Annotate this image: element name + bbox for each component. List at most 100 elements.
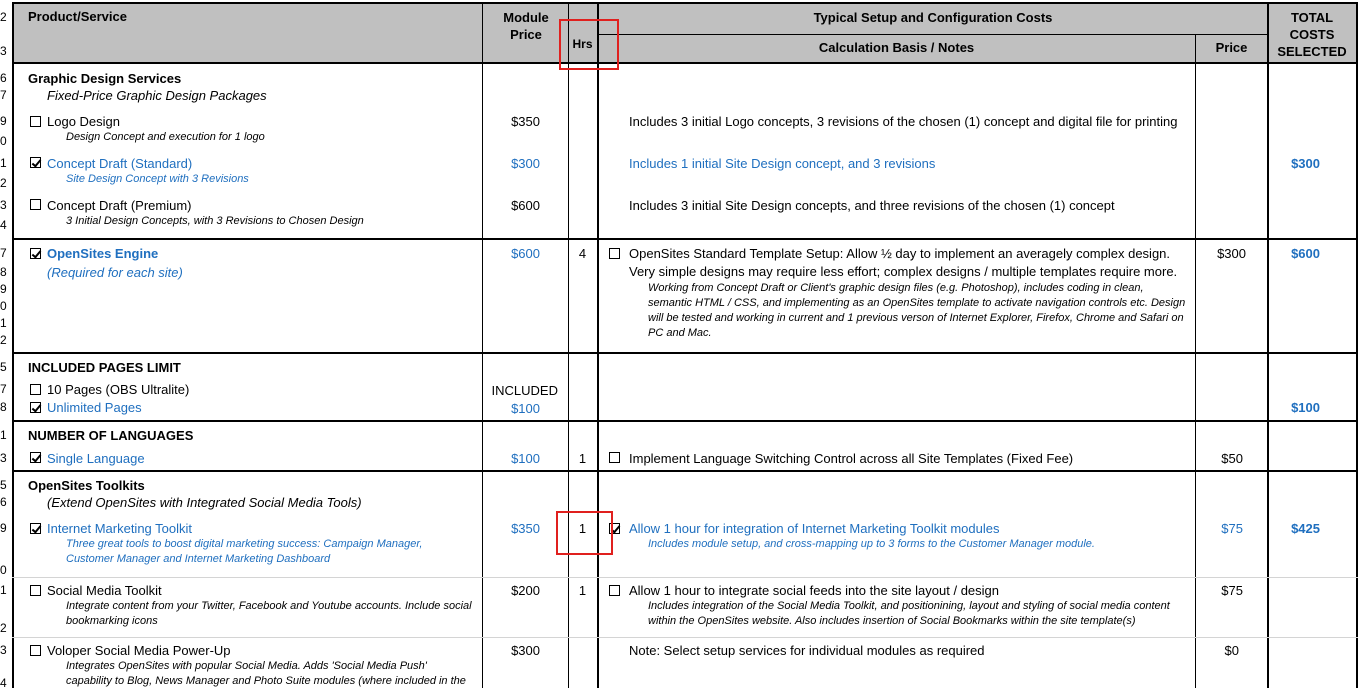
social-media-desc1: Integrate content from your Twitter, Fac… <box>66 600 472 612</box>
pages-10-price: INCLUDED <box>491 383 558 398</box>
concept-premium-desc: 3 Initial Design Concepts, with 3 Revisi… <box>66 215 364 227</box>
row-number[interactable]: 0 <box>0 299 10 313</box>
social-media-checkbox[interactable] <box>30 585 41 596</box>
voloper-setup-price: $0 <box>1224 643 1239 658</box>
row-number[interactable]: 5 <box>0 478 10 492</box>
internet-marketing-total: $425 <box>1291 521 1320 536</box>
template-setup-detail4: PC and Mac. <box>648 327 712 339</box>
opensites-engine-desc: (Required for each site) <box>47 265 183 280</box>
voloper-desc1: Integrates OpenSites with popular Social… <box>66 660 427 672</box>
row-number[interactable]: 0 <box>0 563 10 577</box>
row-number[interactable]: 8 <box>0 265 10 279</box>
logo-design-note: Includes 3 initial Logo concepts, 3 revi… <box>629 114 1178 129</box>
row-number[interactable]: 7 <box>0 246 10 260</box>
row-number[interactable]: 2 <box>0 176 10 190</box>
row-number[interactable]: 6 <box>0 71 10 85</box>
row-number[interactable]: 3 <box>0 643 10 657</box>
section-subtitle-graphic-design: Fixed-Price Graphic Design Packages <box>47 88 267 103</box>
row-number[interactable]: 3 <box>0 451 10 465</box>
concept-premium-checkbox[interactable] <box>30 199 41 210</box>
concept-standard-price: $300 <box>511 156 540 171</box>
concept-standard-label: Concept Draft (Standard) <box>47 156 193 171</box>
opensites-engine-checkbox[interactable] <box>30 248 41 259</box>
row-number[interactable]: 7 <box>0 382 10 396</box>
template-setup-price: $300 <box>1217 246 1246 261</box>
header-module-price: Module Price <box>503 10 549 42</box>
social-media-label: Social Media Toolkit <box>47 583 162 598</box>
row-number[interactable]: 5 <box>0 360 10 374</box>
row-number[interactable]: 2 <box>0 333 10 347</box>
section-title-pages: INCLUDED PAGES LIMIT <box>28 360 181 375</box>
row-number[interactable]: 1 <box>0 428 10 442</box>
template-setup-note1: OpenSites Standard Template Setup: Allow… <box>629 246 1171 261</box>
imt-integration-detail: Includes module setup, and cross-mapping… <box>648 538 1095 550</box>
row-number[interactable]: 1 <box>0 156 10 170</box>
header-product: Product/Service <box>28 9 127 24</box>
voloper-checkbox[interactable] <box>30 645 41 656</box>
pages-unlimited-total: $100 <box>1291 400 1320 415</box>
row-number[interactable]: 9 <box>0 114 10 128</box>
row-number[interactable]: 4 <box>0 218 10 232</box>
concept-standard-total: $300 <box>1291 156 1320 171</box>
template-setup-note2: Very simple designs may require less eff… <box>629 264 1178 279</box>
hrs-header-highlight <box>559 19 619 70</box>
concept-standard-checkbox[interactable] <box>30 157 41 168</box>
opensites-engine-label: OpenSites Engine <box>47 246 159 261</box>
row-number[interactable]: 7 <box>0 88 10 102</box>
social-media-price: $200 <box>511 583 540 598</box>
template-setup-detail3: will be tested and working in current an… <box>648 312 1184 324</box>
internet-marketing-desc2: Customer Manager and Internet Marketing … <box>66 553 331 565</box>
social-media-hrs: 1 <box>578 583 587 598</box>
social-feeds-note: Allow 1 hour to integrate social feeds i… <box>629 583 999 598</box>
voloper-note: Note: Select setup services for individu… <box>629 643 985 658</box>
template-setup-checkbox[interactable] <box>609 248 620 259</box>
social-feeds-checkbox[interactable] <box>609 585 620 596</box>
header-price: Price <box>1215 40 1248 55</box>
opensites-engine-hrs: 4 <box>578 246 587 261</box>
pages-10-checkbox[interactable] <box>30 384 41 395</box>
row-number[interactable]: 3 <box>0 198 10 212</box>
row-number[interactable]: 3 <box>0 44 10 58</box>
single-language-checkbox[interactable] <box>30 452 41 463</box>
concept-premium-price: $600 <box>511 198 540 213</box>
opensites-engine-total: $600 <box>1291 246 1320 261</box>
row-number[interactable]: 9 <box>0 521 10 535</box>
internet-marketing-price: $350 <box>511 521 540 536</box>
logo-design-price: $350 <box>511 114 540 129</box>
social-feeds-detail2: within the OpenSites website. Also inclu… <box>648 615 1136 627</box>
voloper-label: Voloper Social Media Power-Up <box>47 643 231 658</box>
section-subtitle-toolkits: (Extend OpenSites with Integrated Social… <box>47 495 362 510</box>
internet-marketing-label: Internet Marketing Toolkit <box>47 521 192 536</box>
row-number[interactable]: 2 <box>0 621 10 635</box>
row-number[interactable]: 0 <box>0 134 10 148</box>
hrs-cell-highlight <box>556 511 613 555</box>
template-setup-detail2: semantic HTML / CSS, and implementing as… <box>648 297 1186 309</box>
row-number[interactable]: 2 <box>0 10 10 24</box>
concept-premium-note: Includes 3 initial Site Design concepts,… <box>629 198 1115 213</box>
row-number[interactable]: 8 <box>0 400 10 414</box>
row-number[interactable]: 1 <box>0 583 10 597</box>
internet-marketing-checkbox[interactable] <box>30 523 41 534</box>
logo-design-checkbox[interactable] <box>30 116 41 127</box>
voloper-desc2: capability to Blog, News Manager and Pho… <box>66 675 466 687</box>
pages-10-label: 10 Pages (OBS Ultralite) <box>47 382 190 397</box>
logo-design-desc: Design Concept and execution for 1 logo <box>66 131 265 143</box>
template-setup-detail1: Working from Concept Draft or Client's g… <box>648 282 1144 294</box>
row-number[interactable]: 9 <box>0 282 10 296</box>
pages-unlimited-checkbox[interactable] <box>30 402 41 413</box>
language-switching-price: $50 <box>1221 451 1243 466</box>
row-number[interactable]: 1 <box>0 316 10 330</box>
concept-premium-label: Concept Draft (Premium) <box>47 198 192 213</box>
row-number[interactable]: 6 <box>0 495 10 509</box>
imt-integration-note: Allow 1 hour for integration of Internet… <box>629 521 1000 536</box>
language-switching-checkbox[interactable] <box>609 452 620 463</box>
opensites-engine-price: $600 <box>511 246 540 261</box>
header-setup-title: Typical Setup and Configuration Costs <box>813 10 1053 25</box>
pages-unlimited-price: $100 <box>511 401 540 416</box>
header-calc-basis: Calculation Basis / Notes <box>818 40 975 55</box>
header-total: TOTAL COSTS SELECTED <box>1277 10 1347 59</box>
single-language-hrs: 1 <box>578 451 587 466</box>
internet-marketing-desc1: Three great tools to boost digital marke… <box>66 538 423 550</box>
section-title-languages: NUMBER OF LANGUAGES <box>28 428 194 443</box>
language-switching-note: Implement Language Switching Control acr… <box>629 451 1074 466</box>
